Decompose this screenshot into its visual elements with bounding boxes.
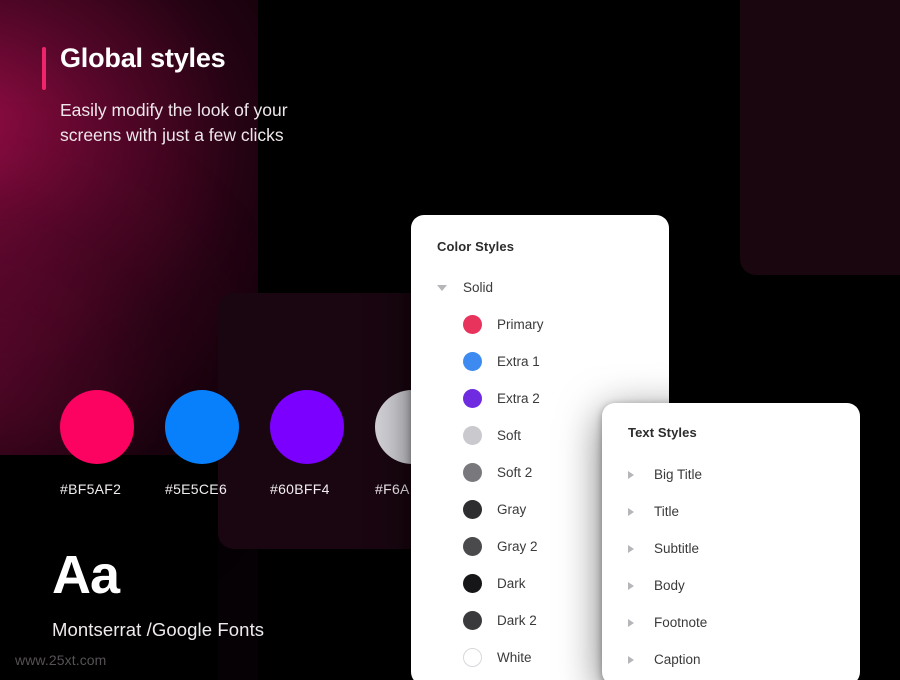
color-style-label: White — [497, 650, 532, 665]
extra1-swatch[interactable] — [165, 390, 239, 464]
color-style-label: Soft 2 — [497, 465, 533, 480]
color-swatch-dot — [463, 352, 482, 371]
text-style-label: Body — [654, 578, 685, 593]
color-swatch-dot — [463, 500, 482, 519]
text-styles-title: Text Styles — [628, 425, 697, 440]
typography-block: Aa Montserrat /Google Fonts — [52, 548, 264, 641]
watermark: www.25xt.com — [15, 652, 107, 668]
color-swatch-dot — [463, 574, 482, 593]
color-swatch-dot — [463, 315, 482, 334]
text-style-item[interactable]: Subtitle — [602, 530, 860, 567]
font-sample: Aa — [52, 545, 120, 605]
color-style-label: Gray — [497, 502, 527, 517]
chevron-down-icon[interactable] — [437, 284, 447, 291]
swatch-hex-label: #60BFF4 — [270, 481, 330, 497]
accent-bar — [42, 47, 46, 90]
color-swatch-dot — [463, 648, 482, 667]
chevron-right-icon[interactable] — [628, 655, 634, 664]
page-subtitle: Easily modify the look of your screens w… — [60, 100, 288, 146]
text-styles-list: Big Title Title Subtitle Body Footnote Captio… — [602, 456, 860, 678]
swatch-item[interactable]: #BF5AF2 — [60, 390, 134, 497]
color-style-item[interactable]: Primary — [411, 306, 669, 343]
text-style-label: Subtitle — [654, 541, 700, 556]
color-style-label: Extra 1 — [497, 354, 540, 369]
color-style-label: Soft — [497, 428, 522, 443]
swatch-hex-label: #5E5CE6 — [165, 481, 228, 497]
color-swatch-dot — [463, 389, 482, 408]
color-style-label: Dark — [497, 576, 526, 591]
swatch-row: #BF5AF2 #5E5CE6 #60BFF4 #F6A — [60, 390, 449, 497]
text-style-item[interactable]: Big Title — [602, 456, 860, 493]
color-swatch-dot — [463, 426, 482, 445]
color-swatch-dot — [463, 537, 482, 556]
color-group-solid[interactable]: Solid — [437, 280, 669, 295]
text-style-item[interactable]: Footnote — [602, 604, 860, 641]
chevron-right-icon[interactable] — [628, 507, 634, 516]
extra2-swatch[interactable] — [270, 390, 344, 464]
text-style-label: Caption — [654, 652, 701, 667]
swatch-item[interactable]: #60BFF4 — [270, 390, 344, 497]
background-panel-top-right — [740, 0, 900, 275]
color-style-label: Extra 2 — [497, 391, 540, 406]
color-style-item[interactable]: Extra 1 — [411, 343, 669, 380]
chevron-right-icon[interactable] — [628, 544, 634, 553]
primary-swatch[interactable] — [60, 390, 134, 464]
text-style-item[interactable]: Body — [602, 567, 860, 604]
chevron-right-icon[interactable] — [628, 618, 634, 627]
text-style-item[interactable]: Caption — [602, 641, 860, 678]
color-swatch-dot — [463, 611, 482, 630]
text-styles-panel: Text Styles Big Title Title Subtitle Body Fo… — [602, 403, 860, 680]
text-style-item[interactable]: Title — [602, 493, 860, 530]
color-style-label: Primary — [497, 317, 544, 332]
color-group-label: Solid — [463, 280, 494, 295]
text-style-label: Footnote — [654, 615, 708, 630]
chevron-right-icon[interactable] — [628, 581, 634, 590]
color-style-label: Dark 2 — [497, 613, 537, 628]
text-style-label: Title — [654, 504, 680, 519]
header: Global styles Easily modify the look of … — [42, 42, 462, 148]
color-styles-title: Color Styles — [437, 239, 515, 254]
design-system-showcase: Global styles Easily modify the look of … — [0, 0, 900, 680]
page-title: Global styles — [60, 43, 226, 73]
font-name-label: Montserrat /Google Fonts — [52, 619, 265, 640]
swatch-item[interactable]: #5E5CE6 — [165, 390, 239, 497]
chevron-right-icon[interactable] — [628, 470, 634, 479]
color-swatch-dot — [463, 463, 482, 482]
text-style-label: Big Title — [654, 467, 703, 482]
swatch-hex-label: #BF5AF2 — [60, 481, 122, 497]
color-style-label: Gray 2 — [497, 539, 538, 554]
